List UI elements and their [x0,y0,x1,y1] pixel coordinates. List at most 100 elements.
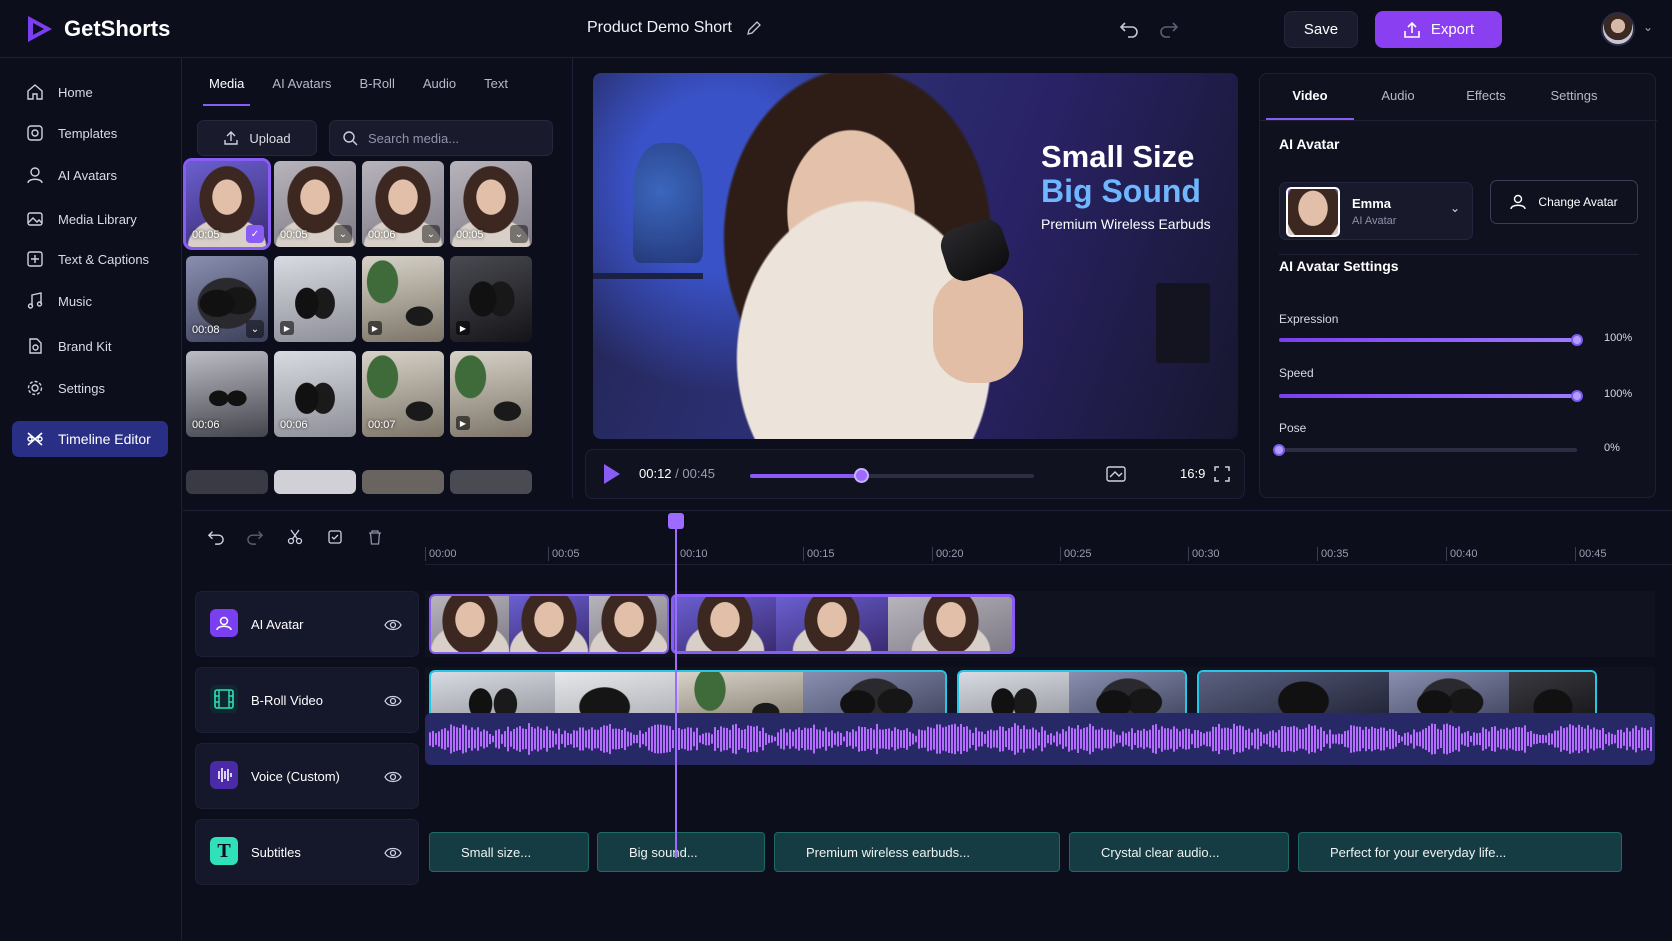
media-thumb[interactable]: 00:07 [362,351,444,437]
waveform-bar [1182,729,1184,749]
waveform-bar [1635,725,1637,753]
waveform-bar [891,730,893,748]
media-thumb[interactable]: 00:08 ⌄ [186,256,268,342]
tab-b-roll[interactable]: B-Roll [345,76,408,106]
slider-handle[interactable] [1273,444,1285,456]
eye-icon[interactable] [384,692,402,710]
sidebar-item-settings[interactable]: Settings [12,370,168,406]
avatar-clip-selected[interactable] [671,594,1015,654]
sidebar-item-templates[interactable]: Templates [12,115,168,151]
tab-text[interactable]: Text [470,76,522,106]
waveform-bar [1116,734,1118,744]
sidebar-item-home[interactable]: Home [12,74,168,110]
undo-icon[interactable] [1118,18,1140,40]
eye-icon[interactable] [384,844,402,862]
sidebar-item-timeline-editor[interactable]: Timeline Editor [12,421,168,457]
app-logo[interactable]: GetShorts [24,14,170,44]
subtitle-clip[interactable]: Perfect for your everyday life... [1298,832,1622,872]
user-avatar[interactable] [1601,12,1635,46]
track-header-voice[interactable]: Voice (Custom) [195,743,419,809]
media-thumb[interactable] [450,470,532,494]
media-thumb[interactable]: ▶ [274,256,356,342]
chevron-down-icon[interactable]: ⌄ [510,225,528,243]
scissors-icon[interactable] [285,527,305,547]
media-thumb[interactable]: ▶ [450,351,532,437]
progress-handle[interactable] [853,468,869,483]
lane-ai-avatar[interactable] [425,591,1655,657]
subtitle-clip[interactable]: Crystal clear audio... [1069,832,1289,872]
pose-slider[interactable] [1273,444,1577,456]
sidebar-item-text-captions[interactable]: Text & Captions [12,241,168,277]
upload-button[interactable]: Upload [197,120,317,156]
account-chevron-down-icon[interactable]: ⌄ [1643,20,1653,34]
chevron-down-icon[interactable]: ⌄ [1450,201,1460,215]
track-header-subtitles[interactable]: T Subtitles [195,819,419,885]
waveform-bar [1491,726,1493,752]
search-input[interactable] [368,130,538,146]
timeline-playhead[interactable] [668,513,684,858]
subtitle-clip[interactable]: Premium wireless earbuds... [774,832,1060,872]
undo-icon[interactable] [206,527,226,547]
tab-media[interactable]: Media [195,76,258,106]
eye-icon[interactable] [384,616,402,634]
save-button[interactable]: Save [1284,11,1358,48]
slider-handle[interactable] [1571,390,1583,402]
media-thumb[interactable] [186,470,268,494]
video-preview[interactable]: Small Size Big Sound Premium Wireless Ea… [593,73,1238,439]
trash-icon[interactable] [365,527,385,547]
tab-audio[interactable]: Audio [1354,88,1442,120]
tab-ai-avatars[interactable]: AI Avatars [258,76,345,106]
aspect-ratio-selector[interactable]: 16:9 [1180,466,1205,481]
media-thumb[interactable]: 00:05 ✓ [183,158,271,250]
redo-icon[interactable] [245,527,265,547]
preview-text-overlay[interactable]: Small Size Big Sound Premium Wireless Ea… [1041,139,1211,232]
waveform-bar [1440,730,1442,748]
change-avatar-button[interactable]: Change Avatar [1490,180,1638,224]
sidebar-item-ai-avatars[interactable]: AI Avatars [12,157,168,193]
media-thumb[interactable]: 00:05 ⌄ [450,161,532,247]
sidebar-item-media-library[interactable]: Media Library [12,201,168,237]
subtitle-clip[interactable]: Big sound... [597,832,765,872]
playback-progress[interactable] [750,468,1034,483]
voice-waveform[interactable] [425,713,1655,765]
avatar-clip[interactable] [429,594,669,654]
subtitle-clip[interactable]: Small size... [429,832,589,872]
media-thumb[interactable]: 00:06 ⌄ [362,161,444,247]
media-thumb[interactable]: ▶ [450,256,532,342]
media-thumb[interactable] [274,470,356,494]
speed-slider[interactable] [1279,390,1583,402]
eye-icon[interactable] [384,768,402,786]
expression-slider[interactable] [1279,334,1583,346]
track-header-b-roll[interactable]: B-Roll Video [195,667,419,733]
sidebar-item-label: Timeline Editor [58,431,151,447]
caption-toggle-icon[interactable] [1106,465,1126,483]
play-button[interactable] [604,464,620,484]
tab-video[interactable]: Video [1266,88,1354,120]
media-thumb[interactable] [362,470,444,494]
slider-handle[interactable] [1571,334,1583,346]
media-thumb[interactable]: 00:05 ⌄ [274,161,356,247]
edit-pencil-icon[interactable] [746,20,762,36]
project-title-area[interactable]: Product Demo Short [587,19,762,37]
chevron-down-icon[interactable]: ⌄ [422,225,440,243]
sidebar-item-brand-kit[interactable]: Brand Kit [12,328,168,364]
media-thumb[interactable]: 00:06 [274,351,356,437]
duplicate-icon[interactable] [325,527,345,547]
waveform-bar [1518,727,1520,751]
tab-audio[interactable]: Audio [409,76,470,106]
chevron-down-icon[interactable]: ⌄ [334,225,352,243]
timeline-ruler[interactable]: 00:00 00:05 00:10 00:15 00:20 00:25 00:3… [425,535,1672,565]
redo-icon[interactable] [1158,18,1180,40]
sidebar-item-music[interactable]: Music [12,283,168,319]
media-thumb[interactable]: ▶ [362,256,444,342]
chevron-down-icon[interactable]: ⌄ [246,320,264,338]
track-header-ai-avatar[interactable]: AI Avatar [195,591,419,657]
fullscreen-icon[interactable] [1214,466,1230,482]
export-button[interactable]: Export [1375,11,1502,48]
tab-settings[interactable]: Settings [1530,88,1618,120]
media-thumb[interactable]: 00:06 [186,351,268,437]
waveform-bar [1329,729,1331,749]
tab-effects[interactable]: Effects [1442,88,1530,120]
avatar-selector[interactable]: Emma AI Avatar ⌄ [1279,182,1473,240]
lane-subtitles[interactable]: Small size... Big sound... Premium wirel… [425,819,1655,885]
